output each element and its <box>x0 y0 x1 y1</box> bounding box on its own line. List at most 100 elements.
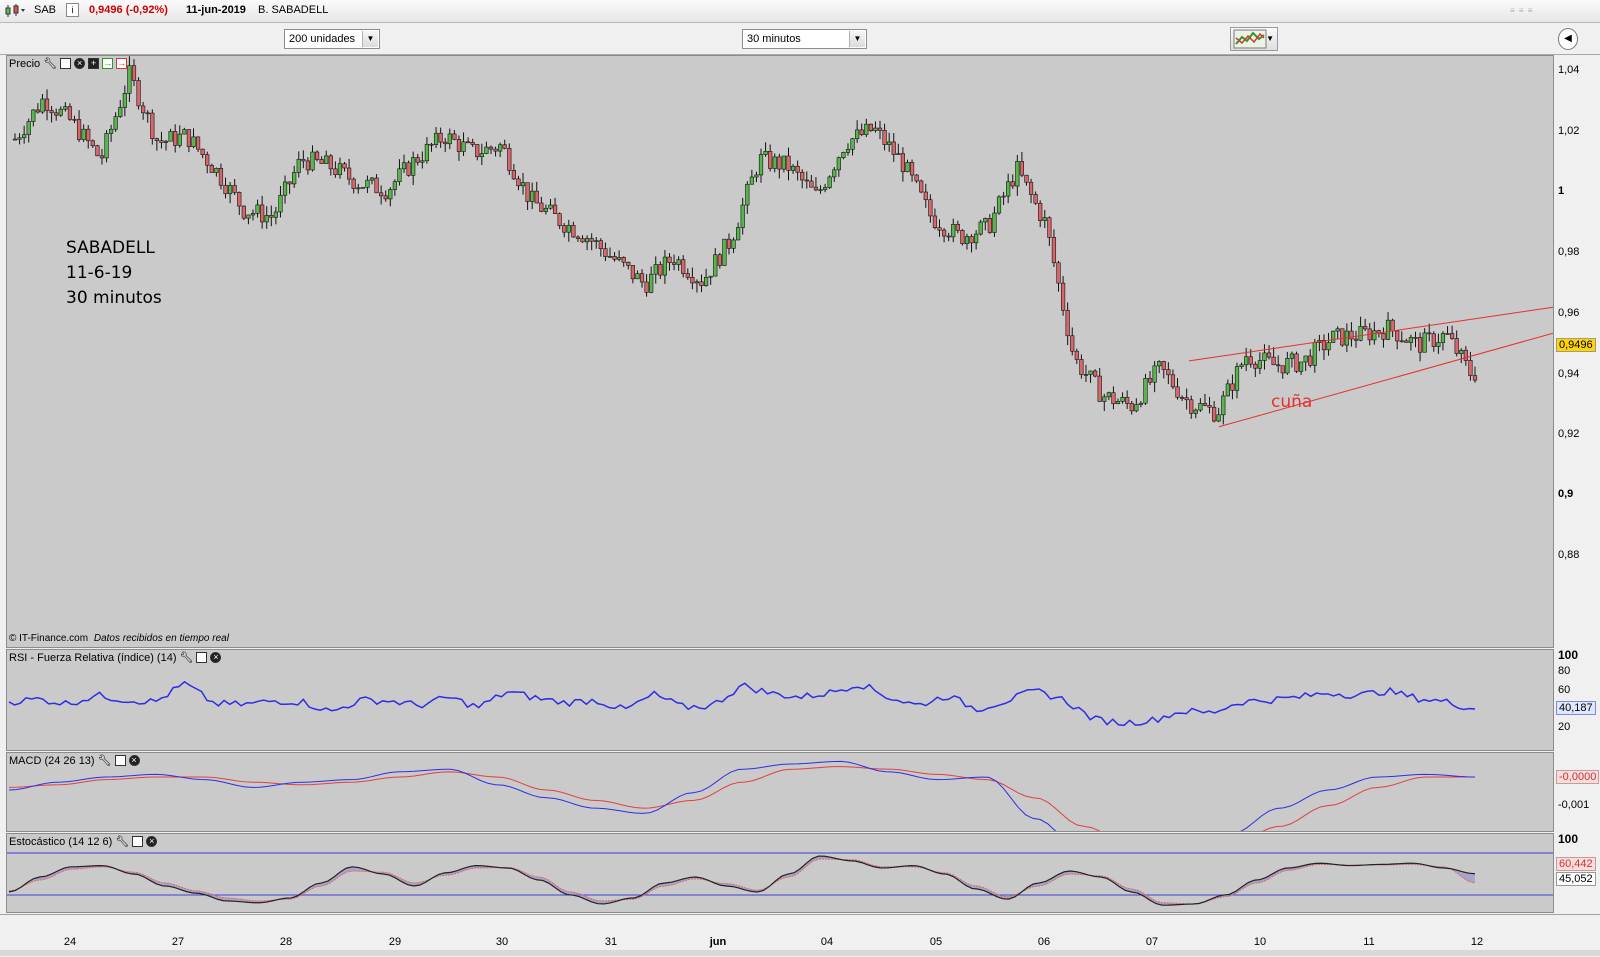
candle <box>424 137 430 164</box>
candle-body <box>287 181 292 185</box>
candle <box>131 59 137 87</box>
candle-body <box>63 106 68 110</box>
candle-body <box>790 165 796 171</box>
price-chart <box>12 56 1553 428</box>
candle-body <box>314 151 320 160</box>
candle <box>1450 325 1455 340</box>
candle-body <box>887 141 892 145</box>
candle-body <box>626 261 631 266</box>
candle <box>859 123 864 137</box>
candle <box>35 103 40 114</box>
candle <box>607 247 613 258</box>
candle <box>1431 331 1436 352</box>
collapse-panel-button[interactable]: ◀ <box>1558 28 1578 50</box>
candle-body <box>58 108 63 116</box>
candle <box>1427 323 1432 342</box>
symbol-label[interactable]: SAB <box>34 4 56 16</box>
candle <box>31 109 36 127</box>
candle-body <box>1431 333 1436 347</box>
candle <box>1161 360 1166 379</box>
candle <box>1436 333 1441 354</box>
price-panel[interactable]: Precio 🔧︎ × + → → SABADELL 11-6-19 30 mi… <box>6 55 1554 648</box>
units-select[interactable]: 200 unidades ▼ <box>284 29 380 49</box>
chart-type-icon[interactable] <box>4 3 26 22</box>
candle <box>1120 392 1125 404</box>
candle-body <box>360 187 365 189</box>
candle <box>745 181 750 214</box>
y-tick: 80 <box>1558 665 1571 677</box>
candle-body <box>305 160 311 171</box>
candle <box>818 185 823 194</box>
rsi-panel[interactable]: RSI - Fuerza Relativa (índice) (14) 🔧︎ × <box>6 649 1554 751</box>
current-price-badge: 0,9496 <box>1556 338 1596 352</box>
candle <box>319 156 324 164</box>
candle <box>1033 191 1038 205</box>
candle-body <box>109 128 114 134</box>
chevron-down-icon[interactable]: ▼ <box>1266 34 1274 43</box>
candle-body <box>310 151 315 171</box>
annotation-line: SABADELL <box>66 238 155 258</box>
candle-body <box>1221 395 1226 416</box>
candle-body <box>960 230 965 244</box>
source-footer: © IT-Finance.com Datos recibidos en tiem… <box>9 633 229 644</box>
realtime-note: Datos recibidos en tiempo real <box>93 633 229 644</box>
candle <box>1289 351 1295 368</box>
candle-body <box>868 123 873 131</box>
candle <box>726 233 732 255</box>
horizontal-scrollbar[interactable] <box>0 950 1600 956</box>
candle <box>896 143 901 155</box>
candle <box>1390 318 1395 337</box>
candle-body <box>589 238 594 242</box>
candle-body <box>150 112 155 139</box>
stoch-panel[interactable]: Estocástico (14 12 6) 🔧︎ × <box>6 833 1554 913</box>
chevron-down-icon[interactable]: ▼ <box>849 31 865 47</box>
instrument-name: B. SABADELL <box>258 4 329 16</box>
interval-select[interactable]: 30 minutos ▼ <box>742 29 867 49</box>
candle <box>1276 355 1281 373</box>
candle-body <box>86 128 91 142</box>
macd-panel[interactable]: MACD (24 26 13) 🔧︎ × <box>6 752 1554 832</box>
candle-body <box>255 204 260 214</box>
candle <box>1106 391 1111 401</box>
candle-body <box>1372 330 1377 341</box>
candle-body <box>1289 353 1295 359</box>
window-grip-icon[interactable]: ≡ ≡ ≡ <box>1510 6 1533 15</box>
candle <box>740 197 745 235</box>
macd-chart <box>8 760 1476 831</box>
candle-body <box>594 240 599 242</box>
candle-body <box>964 236 970 244</box>
chart-style-button[interactable]: ▼ <box>1230 27 1278 51</box>
candle <box>1399 331 1404 343</box>
candle-body <box>475 144 480 158</box>
candle-body <box>356 187 361 190</box>
candle <box>1070 327 1075 356</box>
candle-body <box>131 65 137 81</box>
candle <box>969 234 974 253</box>
candle-body <box>122 93 127 108</box>
candle <box>644 274 649 297</box>
candle <box>1134 398 1139 413</box>
candle <box>292 165 297 188</box>
candle <box>12 133 18 141</box>
candle-body <box>228 185 233 195</box>
candle-body <box>855 129 860 140</box>
x-tick-label: 12 <box>1470 936 1484 948</box>
candle-body <box>983 218 988 223</box>
candle <box>639 269 645 288</box>
candle <box>195 136 201 152</box>
candle <box>855 120 860 143</box>
candle-body <box>941 229 947 237</box>
candle-body <box>1120 396 1125 402</box>
candle <box>40 94 45 114</box>
candle-body <box>406 162 411 176</box>
candle-body <box>974 233 979 244</box>
candle-body <box>1193 409 1198 414</box>
candle <box>205 151 210 174</box>
candle <box>850 137 855 156</box>
candle <box>1331 330 1336 343</box>
info-icon[interactable]: i <box>66 3 79 17</box>
candle <box>1262 344 1267 370</box>
chevron-down-icon[interactable]: ▼ <box>362 31 378 47</box>
candle <box>722 238 727 266</box>
candle <box>1234 362 1240 399</box>
